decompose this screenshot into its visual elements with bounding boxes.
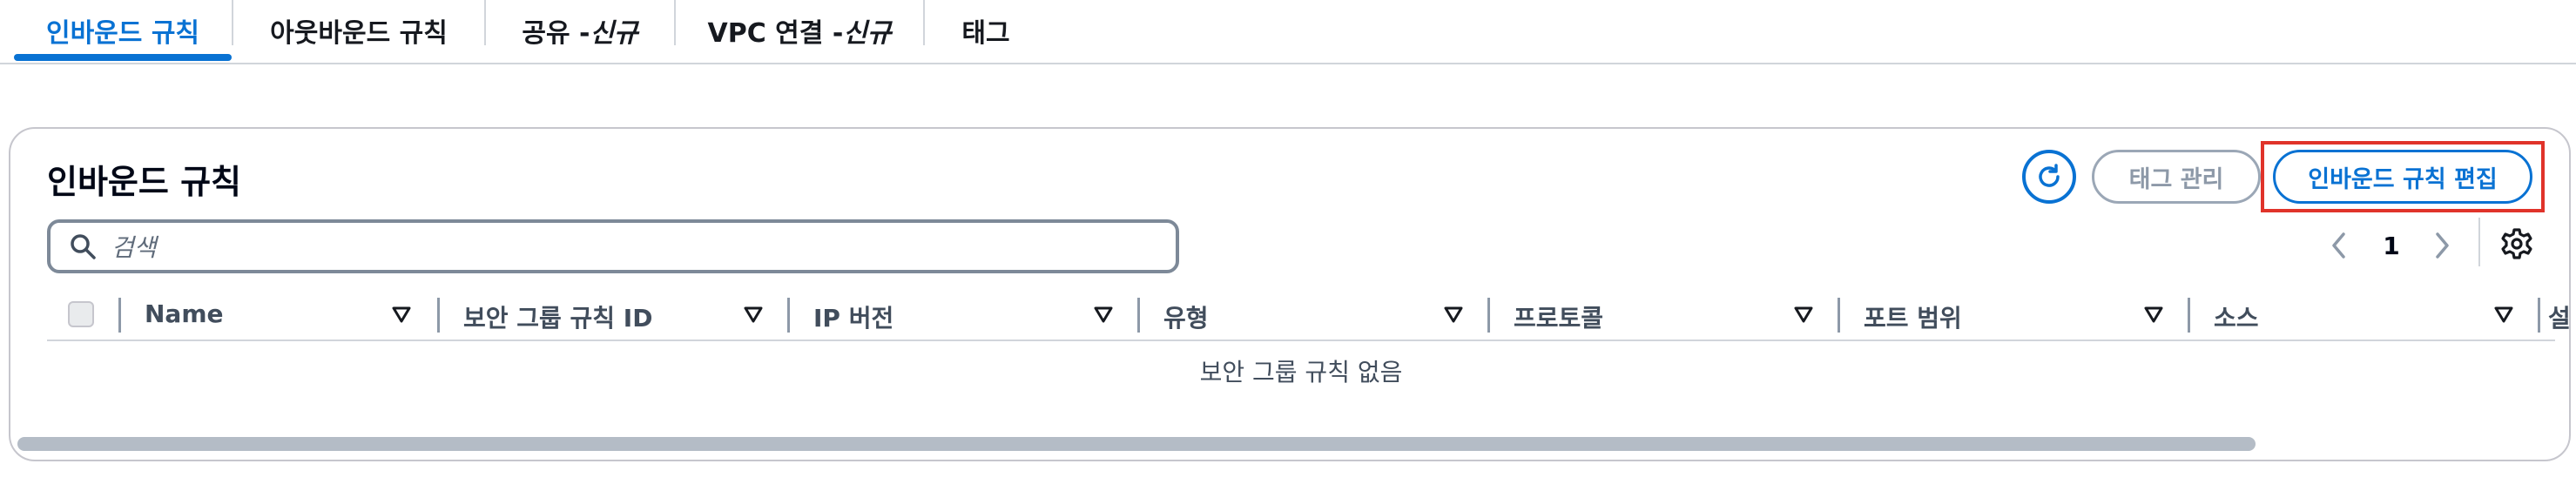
refresh-icon <box>2039 164 2060 187</box>
manage-tags-button[interactable]: 태그 관리 <box>2092 150 2261 204</box>
sort-down-icon[interactable] <box>1092 303 1115 326</box>
inbound-rules-panel: 인바운드 규칙 태그 관리 인바운드 규칙 편집 검색 1 Name 보안 그룹… <box>9 127 2571 461</box>
column-header-type[interactable]: 유형 <box>1163 299 1209 334</box>
sort-down-icon[interactable] <box>2492 303 2515 326</box>
column-header-ip-version[interactable]: IP 버전 <box>813 299 894 334</box>
column-divider[interactable] <box>437 298 440 333</box>
sort-down-icon[interactable] <box>1792 303 1815 326</box>
tab-new-badge: 신규 <box>843 18 892 49</box>
active-tab-indicator <box>14 54 232 61</box>
previous-page-button[interactable] <box>2322 226 2357 265</box>
search-placeholder: 검색 <box>111 233 157 262</box>
column-header-name[interactable]: Name <box>145 299 224 328</box>
table-settings-button[interactable] <box>2498 225 2536 263</box>
sort-down-icon[interactable] <box>742 303 765 326</box>
tab-new-badge: 신규 <box>590 18 638 49</box>
refresh-button[interactable] <box>2022 150 2076 204</box>
chevron-left-icon <box>2332 232 2345 259</box>
tab-label: VPC 연결 - <box>707 18 844 49</box>
tab-sharing[interactable]: 공유 - 신규 <box>486 0 674 61</box>
sort-down-icon[interactable] <box>1442 303 1465 326</box>
column-header-rule-id[interactable]: 보안 그룹 규칙 ID <box>463 299 652 334</box>
tab-label: 공유 - <box>522 18 590 49</box>
current-page-number[interactable]: 1 <box>2376 226 2407 265</box>
column-divider[interactable] <box>2538 298 2540 333</box>
empty-state-message: 보안 그룹 규칙 없음 <box>1199 358 1403 387</box>
tab-label: 인바운드 규칙 <box>45 18 200 49</box>
sort-down-icon[interactable] <box>390 303 413 326</box>
table-header: Name 보안 그룹 규칙 ID IP 버전 유형 프로토콜 포트 범위 소스 … <box>47 291 2569 341</box>
next-page-button[interactable] <box>2424 226 2459 265</box>
tab-label: 태그 <box>961 18 1010 49</box>
column-divider[interactable] <box>1137 298 1140 333</box>
column-header-source[interactable]: 소스 <box>2214 299 2259 334</box>
horizontal-scrollbar[interactable] <box>17 437 2256 451</box>
tab-tags[interactable]: 태그 <box>925 0 1047 61</box>
column-divider[interactable] <box>787 298 790 333</box>
search-icon <box>68 232 98 261</box>
column-divider[interactable] <box>1838 298 1840 333</box>
sort-down-icon[interactable] <box>2142 303 2165 326</box>
column-header-protocol[interactable]: 프로토콜 <box>1514 299 1603 334</box>
pagination-divider <box>2478 218 2480 266</box>
column-divider[interactable] <box>2188 298 2190 333</box>
panel-title: 인바운드 규칙 <box>47 163 241 201</box>
tab-inbound-rules[interactable]: 인바운드 규칙 <box>14 0 232 61</box>
select-all-checkbox[interactable] <box>68 301 94 327</box>
tab-label: 아웃바운드 규칙 <box>270 18 448 49</box>
chevron-right-icon <box>2436 232 2449 259</box>
column-divider[interactable] <box>1487 298 1490 333</box>
tab-vpc-association[interactable]: VPC 연결 - 신규 <box>676 0 923 61</box>
highlight-box <box>2261 141 2545 212</box>
column-header-port-range[interactable]: 포트 범위 <box>1864 299 1962 334</box>
gear-icon <box>2501 228 2532 259</box>
column-divider <box>118 298 121 333</box>
tab-bar: 인바운드 규칙 아웃바운드 규칙 공유 - 신규 VPC 연결 - 신규 태그 <box>0 0 2576 64</box>
column-header-partial[interactable]: 설 <box>2548 299 2569 334</box>
search-input[interactable]: 검색 <box>47 219 1179 273</box>
tab-outbound-rules[interactable]: 아웃바운드 규칙 <box>233 0 484 61</box>
